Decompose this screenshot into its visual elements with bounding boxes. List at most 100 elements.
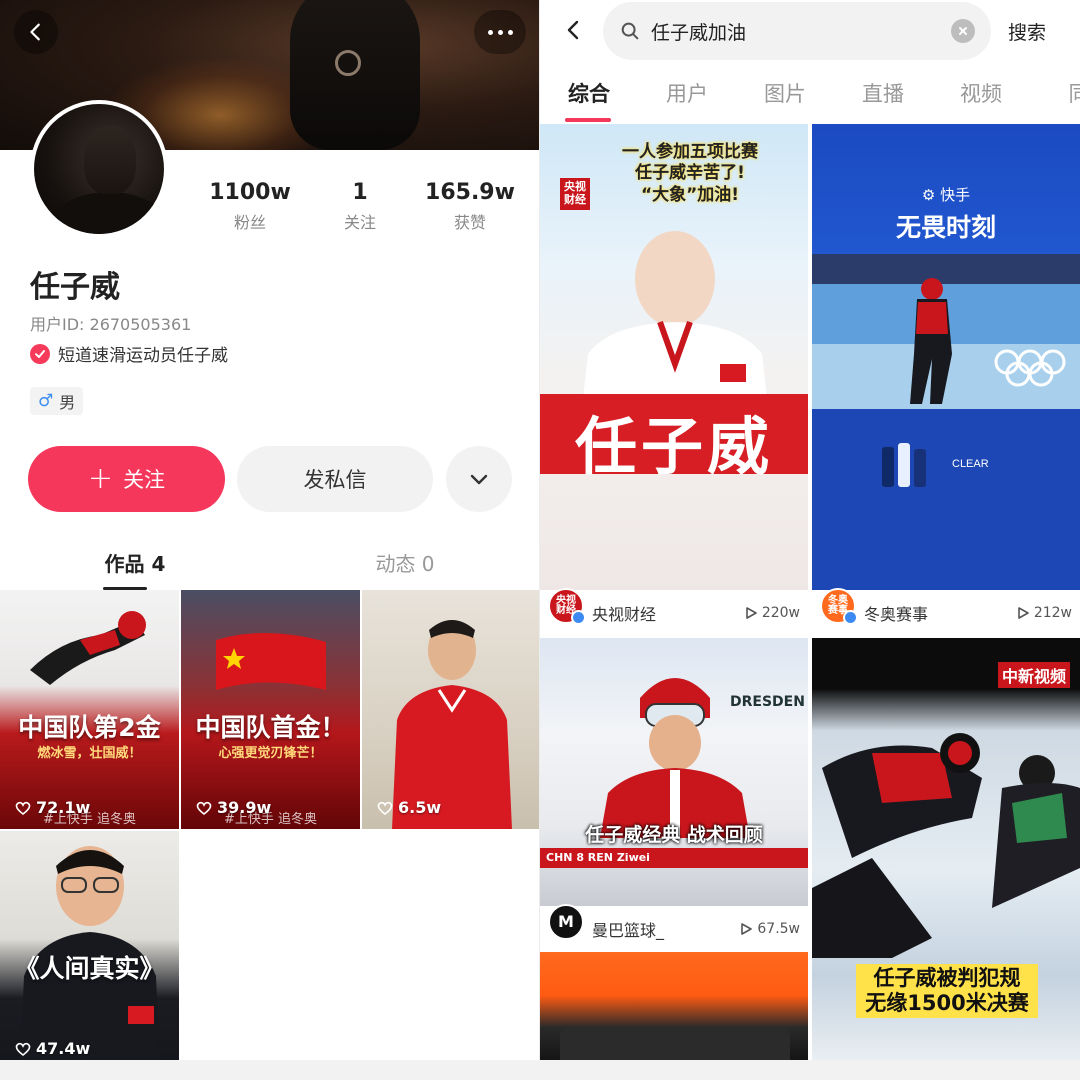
tab-works[interactable]: 作品 4 — [0, 540, 270, 590]
chevron-left-icon — [567, 20, 579, 40]
heart-icon — [15, 1042, 31, 1056]
verification-text: 短道速滑运动员任子威 — [58, 346, 228, 366]
gender-label: 男 — [59, 393, 76, 412]
result-meta: M 曼巴篮球_ 67.5w — [540, 904, 808, 946]
result-big-text: 任子威 — [574, 410, 773, 483]
male-icon: ♂ — [38, 391, 54, 411]
play-icon — [1018, 607, 1029, 619]
work-item[interactable]: 《人间真实》 47.4w — [0, 831, 179, 1060]
result-overlay-text: 任子威经典 战术回顾 — [585, 824, 763, 846]
author-avatar[interactable]: 冬奥 赛事 — [820, 588, 858, 624]
plus-icon: + — [87, 461, 114, 496]
profile-tabs: 作品 4 动态 0 — [0, 540, 540, 590]
search-tabs: 综合 用户 图片 直播 视频 同 — [540, 70, 1080, 124]
clear-icon[interactable] — [951, 19, 975, 43]
message-button[interactable]: 发私信 — [237, 446, 433, 512]
chevron-left-icon — [30, 23, 40, 41]
search-button[interactable]: 搜索 — [1008, 18, 1046, 45]
result-meta: 冬奥 赛事 冬奥赛事 212w — [812, 588, 1080, 624]
work-item[interactable]: 中国队首金！ 心强更觉刃锋芒！ #上快手 追冬奥 39.9w — [181, 590, 360, 829]
result-thumbnail — [540, 952, 808, 1060]
verified-icon — [571, 610, 586, 624]
work-likes: 72.1w — [14, 798, 90, 817]
author-avatar[interactable]: 央视 财经 — [548, 588, 586, 624]
verified-check-icon — [30, 343, 50, 364]
result-card[interactable]: DRESDEN 任子威经典 战术回顾 CHN 8 REN Ziwei M 曼巴篮… — [540, 638, 808, 946]
result-overlay-text: 无畏时刻 — [895, 213, 996, 242]
tab-all[interactable]: 综合 — [540, 70, 638, 124]
athlete-portrait — [20, 846, 160, 1060]
heart-icon — [377, 801, 393, 815]
follow-button[interactable]: + 关注 — [28, 446, 225, 512]
result-thumbnail: ⚙ 快手 无畏时刻 CLEAR — [812, 124, 1080, 590]
author-name[interactable]: 央视财经 — [592, 601, 737, 624]
more-options-button[interactable] — [474, 10, 526, 54]
tab-videos[interactable]: 视频 — [932, 70, 1030, 124]
result-card[interactable]: 中新视频 任子威被判犯规 无缘1500米决赛 — [812, 638, 1080, 1060]
more-dots-icon — [487, 29, 493, 35]
result-overlay-text: 一人参加五项比赛 任子威辛苦了! “大象”加油! — [622, 142, 758, 205]
search-page: 任子威加油 搜索 综合 用户 图片 直播 视频 同 央视 财经 一人参加五项比赛… — [540, 0, 1080, 1060]
result-meta: 央视 财经 央视财经 220w — [540, 588, 808, 624]
kuaishou-logo: ⚙ 快手 — [921, 186, 971, 204]
play-count: 212w — [1017, 605, 1072, 621]
work-item[interactable]: 6.5w — [362, 590, 540, 829]
result-card[interactable] — [540, 952, 808, 1060]
back-button[interactable] — [558, 14, 590, 46]
news-logo: 中新视频 — [997, 662, 1070, 688]
work-subtitle: 心强更觉刃锋芒！ — [218, 746, 323, 761]
follow-label: 关注 — [123, 468, 166, 492]
result-thumbnail: DRESDEN 任子威经典 战术回顾 CHN 8 REN Ziwei — [540, 638, 808, 906]
athlete-interview — [600, 678, 750, 838]
work-likes: 39.9w — [195, 798, 271, 817]
skater-photo — [812, 254, 1080, 409]
bottom-bar — [0, 1060, 1080, 1080]
work-likes: 6.5w — [376, 798, 441, 817]
tab-users[interactable]: 用户 — [638, 70, 736, 124]
play-count: 67.5w — [740, 921, 800, 937]
work-title: 中国队首金！ — [195, 713, 346, 742]
profile-page: 1100w 粉丝 1 关注 165.9w 获赞 任子威 用户ID: 267050… — [0, 0, 540, 1060]
result-card[interactable]: 央视 财经 一人参加五项比赛 任子威辛苦了! “大象”加油! 任子威 央视 财经… — [540, 124, 808, 624]
tab-images[interactable]: 图片 — [736, 70, 834, 124]
stat-followers[interactable]: 1100w 粉丝 — [195, 180, 305, 233]
work-title: 中国队第2金 — [18, 713, 161, 742]
work-likes: 47.4w — [14, 1039, 90, 1058]
message-label: 发私信 — [303, 468, 367, 492]
work-item[interactable]: 中国队第2金 燃冰雪，壮国威！ #上快手 追冬奥 72.1w — [0, 590, 179, 829]
play-icon — [746, 607, 757, 619]
expand-button[interactable] — [446, 446, 512, 512]
work-subtitle: 燃冰雪，壮国威！ — [37, 746, 142, 761]
back-button[interactable] — [14, 10, 58, 54]
work-title: 《人间真实》 — [14, 954, 165, 983]
athlete-caption: CHN 8 REN Ziwei — [540, 848, 808, 868]
chevron-down-icon — [470, 474, 488, 485]
stat-following[interactable]: 1 关注 — [305, 180, 415, 233]
tab-more[interactable]: 同 — [1030, 70, 1080, 124]
verified-icon — [843, 610, 858, 624]
avatar[interactable] — [30, 100, 168, 238]
search-input[interactable]: 任子威加油 — [603, 2, 991, 60]
skating-race-photo — [812, 733, 1080, 958]
heart-icon — [15, 801, 31, 815]
result-thumbnail: 央视 财经 一人参加五项比赛 任子威辛苦了! “大象”加油! 任子威 — [540, 124, 808, 590]
user-id: 用户ID: 2670505361 — [30, 315, 192, 334]
skater-illustration — [30, 611, 146, 685]
heart-icon — [196, 801, 212, 815]
profile-stats: 1100w 粉丝 1 关注 165.9w 获赞 — [195, 180, 525, 233]
result-card[interactable]: ⚙ 快手 无畏时刻 CLEAR 冬奥 赛事 冬奥赛事 212w — [812, 124, 1080, 624]
profile-name: 任子威 — [30, 270, 120, 305]
author-avatar[interactable]: M — [548, 904, 584, 940]
author-name[interactable]: 曼巴篮球_ — [592, 917, 732, 941]
tab-moments[interactable]: 动态 0 — [270, 540, 540, 590]
stat-likes[interactable]: 165.9w 获赞 — [415, 180, 525, 233]
product-bottles: CLEAR — [882, 443, 989, 487]
play-count: 220w — [745, 605, 800, 621]
tab-live[interactable]: 直播 — [834, 70, 932, 124]
gender-tag: ♂ 男 — [30, 387, 84, 415]
result-thumbnail: 中新视频 任子威被判犯规 无缘1500米决赛 — [812, 638, 1080, 1060]
play-icon — [741, 923, 753, 935]
svg-text:CLEAR: CLEAR — [952, 458, 989, 470]
author-name[interactable]: 冬奥赛事 — [864, 601, 1009, 624]
verification-line: 短道速滑运动员任子威 — [30, 341, 228, 366]
